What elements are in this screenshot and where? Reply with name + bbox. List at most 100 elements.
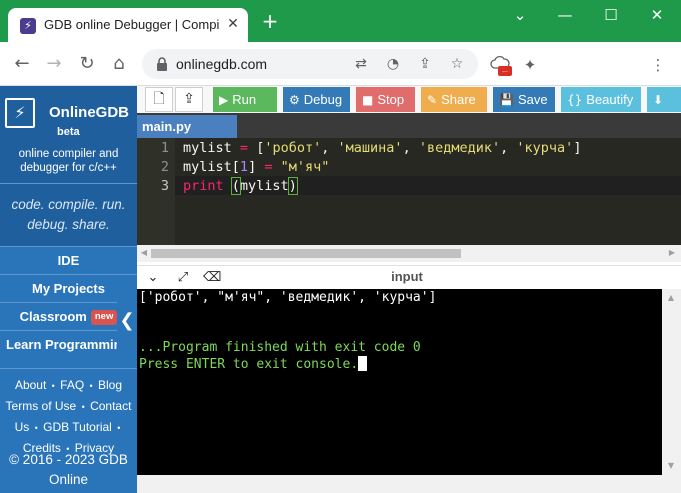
download-button[interactable]: ⬇ [647, 87, 681, 112]
scroll-up-icon[interactable]: ▲ [666, 292, 676, 304]
tagline-line2: debug. share. [27, 217, 110, 232]
tab-close-icon[interactable]: ✕ [224, 15, 242, 33]
line-gutter: 1 2 3 [137, 138, 175, 245]
debug-label: Debug [303, 92, 343, 107]
clear-console-icon[interactable]: ⌫ [203, 269, 221, 287]
line-number: 1 [160, 140, 169, 156]
console-header: ⌄ ⤢ ⌫ input [137, 265, 681, 289]
code-line-3[interactable]: print (mylist) [183, 177, 298, 196]
code-token: 1 [239, 159, 249, 175]
back-button[interactable]: ← [10, 52, 34, 76]
translate-icon[interactable]: ⇄ [352, 55, 370, 73]
copyright: © 2016 - 2023 GDB Online [0, 450, 137, 490]
console-finish-line: ...Program finished with exit code 0 [139, 340, 421, 355]
forward-button[interactable]: → [42, 52, 66, 76]
extension-badge: ... [498, 66, 512, 76]
address-bar[interactable]: onlinegdb.com ⇄ ◔ ⇪ ☆ [142, 49, 478, 79]
share-edit-icon: ✎ [427, 93, 438, 107]
share-icon[interactable]: ⇪ [416, 55, 434, 73]
separator-dot: • [81, 402, 85, 412]
expand-console-icon[interactable]: ⤢ [174, 269, 192, 287]
footer-link-contact-us[interactable]: Us [15, 420, 30, 434]
upload-file-icon[interactable]: ⇪ [175, 87, 203, 112]
brand-description-line2: debugger for c/c++ [20, 162, 117, 174]
copyright-line1: © 2016 - 2023 GDB [9, 452, 128, 467]
save-floppy-icon: 💾 [499, 93, 514, 107]
console-bottom-strip [137, 475, 681, 493]
footer-link-blog[interactable]: Blog [98, 378, 122, 392]
code-token: , [500, 140, 509, 156]
save-button[interactable]: 💾 Save [493, 87, 555, 112]
scrollbar-thumb[interactable] [151, 249, 461, 258]
code-token: ] [248, 159, 257, 175]
line-number: 3 [160, 178, 169, 194]
editor-toolbar: 🗋 ⇪ ▶ Run ⚙ Debug ■ Stop ✎ Share 💾 Save {} Bea… [137, 86, 681, 113]
download-icon: ⬇ [653, 93, 664, 107]
tab-search-dropdown-icon[interactable]: ⌄ [505, 4, 535, 26]
code-token: 'курча' [516, 140, 574, 156]
footer-link-contact[interactable]: Contact [90, 399, 131, 413]
code-token: 'робот' [264, 140, 322, 156]
brand-name[interactable]: OnlineGDB [49, 104, 129, 121]
gdb-favicon-icon: ⚡ [20, 18, 36, 34]
reload-button[interactable]: ↻ [75, 52, 99, 76]
code-token: 'машина' [337, 140, 403, 156]
debug-button[interactable]: ⚙ Debug [283, 87, 350, 112]
new-tab-button[interactable]: + [260, 11, 280, 32]
scroll-right-icon[interactable]: ▶ [667, 247, 677, 259]
editor-horizontal-scrollbar[interactable]: ◀ ▶ [137, 245, 681, 262]
sidebar-item-ide[interactable]: IDE [0, 246, 137, 274]
separator-dot: • [89, 381, 93, 391]
code-token: print [183, 178, 224, 194]
lock-icon[interactable] [154, 56, 170, 72]
footer-link-gdb-tutorial[interactable]: GDB Tutorial [43, 420, 112, 434]
console-press-line: Press ENTER to exit console. [139, 356, 368, 373]
maximize-button[interactable]: ☐ [596, 4, 626, 26]
browser-tab-bar: ⚡ GDB online Debugger | Compile ✕ + ⌄ — … [0, 0, 681, 42]
share-label: Share [441, 92, 476, 107]
footer-link-faq[interactable]: FAQ [60, 378, 84, 392]
collapse-console-chevron-icon[interactable]: ⌄ [144, 269, 162, 287]
sidebar-item-classroom-label: Classroom [19, 309, 87, 324]
separator-dot: • [117, 423, 121, 433]
extensions-puzzle-icon[interactable]: ✦ [520, 55, 540, 75]
browser-tab[interactable]: ⚡ GDB online Debugger | Compile ✕ [8, 8, 248, 42]
code-token: = [264, 159, 273, 175]
footer-link-about[interactable]: About [15, 378, 46, 392]
code-editor[interactable]: 1 2 3 mylist = ['робот', 'машина', 'ведм… [137, 138, 681, 245]
run-label: Run [232, 92, 257, 107]
collapse-sidebar-chevron-left-icon[interactable]: ❮ [117, 290, 137, 352]
beautify-button[interactable]: {} Beautify [561, 87, 641, 112]
scroll-left-icon[interactable]: ◀ [139, 247, 149, 259]
console-output[interactable]: ['робот', "м'яч", 'ведмедик', 'курча'] .… [137, 289, 662, 475]
stop-icon: ■ [362, 93, 374, 107]
code-line-1[interactable]: mylist = ['робот', 'машина', 'ведмедик',… [183, 139, 581, 158]
minimize-button[interactable]: — [550, 4, 580, 26]
home-button[interactable]: ⌂ [107, 52, 131, 76]
scroll-down-icon[interactable]: ▼ [666, 460, 676, 472]
code-token: ( [230, 177, 241, 195]
footer-link-terms[interactable]: Terms of Use [6, 399, 77, 413]
code-token: "м'яч" [280, 159, 330, 175]
new-file-icon[interactable]: 🗋 [145, 87, 173, 112]
logo-bolt-icon[interactable]: ⚡ [5, 98, 35, 128]
code-token: 'ведмедик' [418, 140, 501, 156]
stop-button[interactable]: ■ Stop [356, 87, 415, 112]
browser-menu-icon[interactable]: ⋮ [648, 55, 668, 75]
console-output-line: ['робот', "м'яч", 'ведмедик', 'курча'] [139, 290, 437, 305]
share-button[interactable]: ✎ Share [421, 87, 487, 112]
run-button[interactable]: ▶ Run [213, 87, 277, 112]
tagline-line1: code. compile. run. [11, 197, 126, 212]
performance-icon[interactable]: ◔ [384, 55, 402, 73]
console-title: input [391, 269, 423, 284]
bookmark-star-icon[interactable]: ☆ [448, 55, 466, 73]
save-label: Save [517, 92, 548, 107]
console-vertical-scrollbar[interactable]: ▲ ▼ [662, 289, 681, 475]
url-text[interactable]: onlinegdb.com [176, 56, 267, 72]
tab-main-py[interactable]: main.py [137, 115, 237, 138]
code-line-2[interactable]: mylist[1] = "м'яч" [183, 158, 329, 177]
code-token: [ [231, 159, 240, 175]
close-window-button[interactable]: ✕ [642, 4, 672, 26]
divider [0, 183, 137, 184]
new-badge: new [90, 310, 118, 326]
